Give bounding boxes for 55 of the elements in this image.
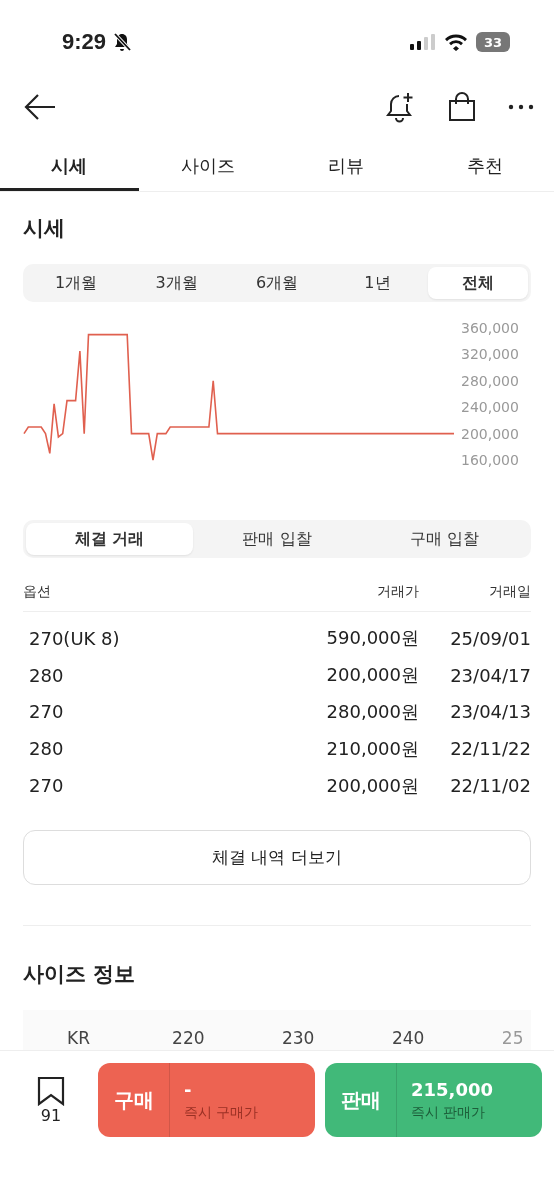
table-cell-text: 280 (28, 664, 65, 686)
size-header-cell-text: 230 (282, 1028, 316, 1050)
period-tab[interactable]: 전체 (427, 267, 529, 299)
column-header: 거래가 (376, 582, 419, 601)
table-cell-text: 280,000원 (325, 700, 419, 724)
axis-tick-label: 160,000 (461, 452, 519, 468)
trade-tab[interactable]: 구매 입찰 (360, 523, 528, 555)
more-icon[interactable] (508, 104, 534, 110)
size-header-cell-text: 220 (172, 1028, 206, 1050)
size-header-cell-text: KR (67, 1028, 91, 1050)
table-cell-text: 25/09/01 (449, 627, 531, 649)
period-tab[interactable]: 1개월 (26, 267, 127, 299)
axis-tick-label: 280,000 (461, 372, 519, 389)
muted-bell-icon (112, 32, 133, 52)
status-time: 9:29 (62, 29, 107, 55)
table-cell-text: 270(UK 8) (28, 627, 121, 649)
battery-indicator: 33 (476, 32, 510, 52)
table-cell-text: 23/04/17 (449, 664, 531, 686)
signal-icon (410, 34, 436, 50)
table-cell-text: 280 (28, 738, 65, 760)
axis-tick-label: 360,000 (461, 320, 519, 336)
back-button[interactable] (24, 93, 56, 121)
bell-plus-icon[interactable] (386, 91, 416, 123)
trade-tab[interactable]: 체결 거래 (26, 523, 194, 555)
size-header-cell-text: 25 (501, 1028, 525, 1050)
table-cell-text: 200,000원 (325, 663, 419, 688)
table-cell-text: 200,000원 (325, 773, 419, 798)
section-title: 시세 (22, 215, 66, 242)
period-tab[interactable]: 3개월 (126, 267, 227, 299)
shopping-bag-icon[interactable] (448, 92, 476, 122)
column-header: 거래일 (488, 582, 531, 601)
period-tab[interactable]: 6개월 (226, 267, 328, 299)
table-cell-text: 270 (28, 701, 65, 723)
tab[interactable]: 리뷰 (277, 144, 416, 191)
size-header-cell-text: 240 (391, 1028, 426, 1050)
table-cell-text: 22/11/02 (449, 775, 531, 797)
tab[interactable]: 사이즈 (138, 144, 277, 191)
axis-tick-label: 240,000 (461, 399, 519, 416)
bookmark-icon[interactable] (37, 1076, 65, 1106)
axis-tick-label: 200,000 (461, 425, 519, 442)
more-history-button[interactable]: 체결 내역 더보기 (23, 830, 531, 885)
table-cell-text: 23/04/13 (449, 701, 531, 723)
section-title: 사이즈 정보 (22, 961, 137, 988)
table-cell-text: 22/11/22 (449, 738, 531, 760)
tab[interactable]: 시세 (0, 144, 139, 191)
table-cell-text: 210,000원 (325, 736, 419, 761)
trade-tab[interactable]: 판매 입찰 (193, 523, 361, 555)
tab[interactable]: 추천 (415, 144, 554, 191)
axis-tick-label: 320,000 (461, 346, 519, 363)
column-header: 옵션 (23, 582, 52, 601)
table-cell-text: 270 (28, 775, 65, 797)
table-cell-text: 590,000원 (325, 626, 419, 651)
wifi-icon (444, 33, 468, 51)
bookmark-count: 91 (40, 1106, 62, 1125)
period-tab[interactable]: 1년 (327, 267, 428, 299)
